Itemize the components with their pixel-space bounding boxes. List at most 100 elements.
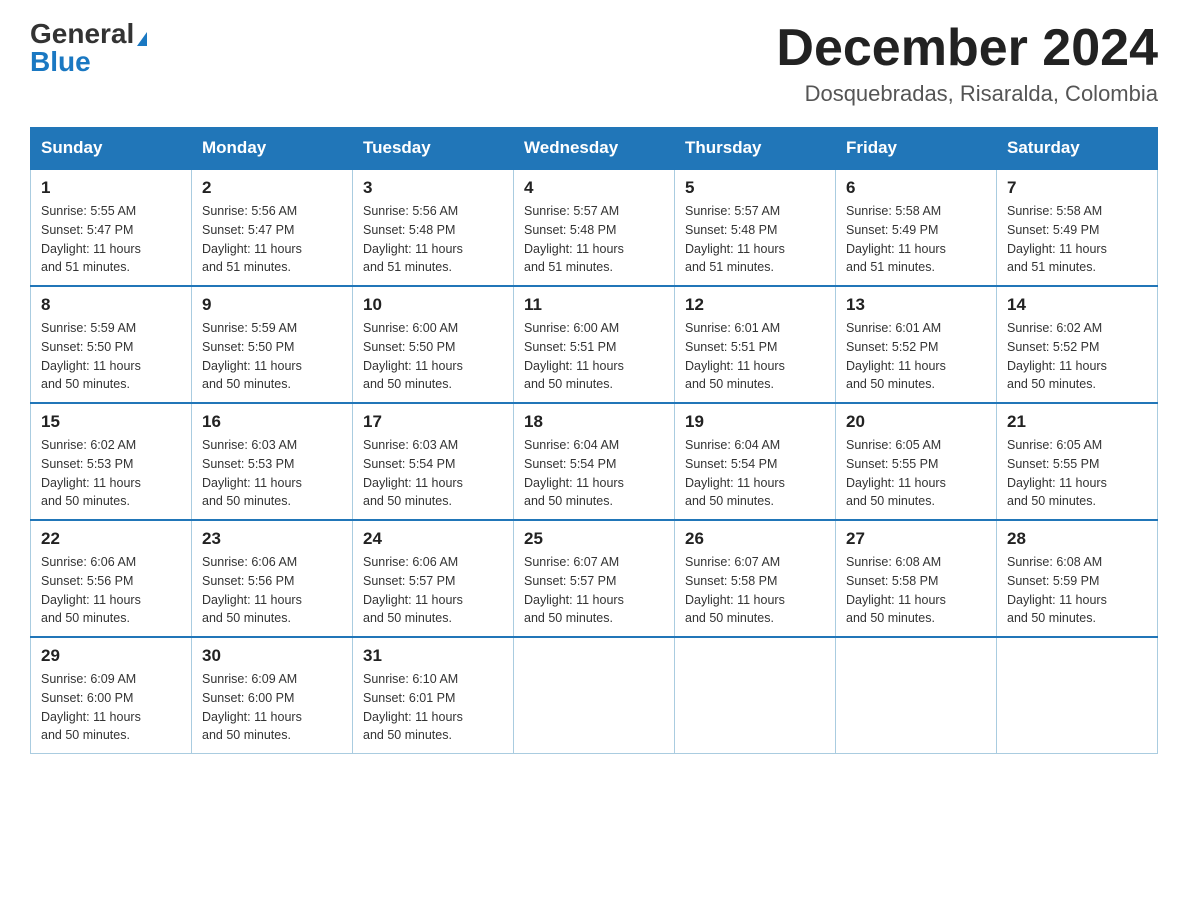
day-number: 22 xyxy=(41,529,181,549)
day-info: Sunrise: 6:08 AMSunset: 5:59 PMDaylight:… xyxy=(1007,553,1147,628)
title-section: December 2024 Dosquebradas, Risaralda, C… xyxy=(776,20,1158,107)
day-info: Sunrise: 5:56 AMSunset: 5:48 PMDaylight:… xyxy=(363,202,503,277)
day-number: 16 xyxy=(202,412,342,432)
calendar-cell: 15 Sunrise: 6:02 AMSunset: 5:53 PMDayligh… xyxy=(31,403,192,520)
calendar-cell: 2 Sunrise: 5:56 AMSunset: 5:47 PMDaylight… xyxy=(192,169,353,286)
day-info: Sunrise: 6:07 AMSunset: 5:58 PMDaylight:… xyxy=(685,553,825,628)
day-info: Sunrise: 5:58 AMSunset: 5:49 PMDaylight:… xyxy=(1007,202,1147,277)
calendar-cell: 14Sunrise: 6:02 AMSunset: 5:52 PMDayligh… xyxy=(997,286,1158,403)
day-info: Sunrise: 5:58 AMSunset: 5:49 PMDaylight:… xyxy=(846,202,986,277)
column-header-tuesday: Tuesday xyxy=(353,128,514,170)
day-info: Sunrise: 6:03 AMSunset: 5:54 PMDaylight:… xyxy=(363,436,503,511)
day-info: Sunrise: 6:04 AMSunset: 5:54 PMDaylight:… xyxy=(685,436,825,511)
day-info: Sunrise: 6:10 AMSunset: 6:01 PMDaylight:… xyxy=(363,670,503,745)
calendar-week-row: 29 Sunrise: 6:09 AMSunset: 6:00 PMDayligh… xyxy=(31,637,1158,754)
calendar-cell: 8Sunrise: 5:59 AMSunset: 5:50 PMDaylight… xyxy=(31,286,192,403)
page-header: General Blue December 2024 Dosquebradas,… xyxy=(30,20,1158,107)
calendar-cell: 26Sunrise: 6:07 AMSunset: 5:58 PMDayligh… xyxy=(675,520,836,637)
day-info: Sunrise: 6:08 AMSunset: 5:58 PMDaylight:… xyxy=(846,553,986,628)
calendar-cell: 1 Sunrise: 5:55 AMSunset: 5:47 PMDaylight… xyxy=(31,169,192,286)
calendar-cell: 16Sunrise: 6:03 AMSunset: 5:53 PMDayligh… xyxy=(192,403,353,520)
day-number: 6 xyxy=(846,178,986,198)
calendar-cell: 7 Sunrise: 5:58 AMSunset: 5:49 PMDaylight… xyxy=(997,169,1158,286)
day-number: 30 xyxy=(202,646,342,666)
logo-triangle-icon xyxy=(137,32,147,46)
day-info: Sunrise: 6:05 AMSunset: 5:55 PMDaylight:… xyxy=(846,436,986,511)
column-header-monday: Monday xyxy=(192,128,353,170)
calendar-cell: 10Sunrise: 6:00 AMSunset: 5:50 PMDayligh… xyxy=(353,286,514,403)
day-info: Sunrise: 6:01 AMSunset: 5:52 PMDaylight:… xyxy=(846,319,986,394)
day-number: 17 xyxy=(363,412,503,432)
calendar-cell: 21Sunrise: 6:05 AMSunset: 5:55 PMDayligh… xyxy=(997,403,1158,520)
day-number: 23 xyxy=(202,529,342,549)
day-info: Sunrise: 5:57 AMSunset: 5:48 PMDaylight:… xyxy=(685,202,825,277)
day-number: 12 xyxy=(685,295,825,315)
calendar-cell: 3 Sunrise: 5:56 AMSunset: 5:48 PMDaylight… xyxy=(353,169,514,286)
day-info: Sunrise: 6:06 AMSunset: 5:57 PMDaylight:… xyxy=(363,553,503,628)
day-number: 25 xyxy=(524,529,664,549)
calendar-cell: 12Sunrise: 6:01 AMSunset: 5:51 PMDayligh… xyxy=(675,286,836,403)
calendar-cell: 19Sunrise: 6:04 AMSunset: 5:54 PMDayligh… xyxy=(675,403,836,520)
calendar-cell: 28 Sunrise: 6:08 AMSunset: 5:59 PMDayligh… xyxy=(997,520,1158,637)
calendar-cell: 11 Sunrise: 6:00 AMSunset: 5:51 PMDayligh… xyxy=(514,286,675,403)
calendar-cell xyxy=(997,637,1158,754)
day-number: 28 xyxy=(1007,529,1147,549)
logo: General Blue xyxy=(30,20,147,76)
logo-blue-text: Blue xyxy=(30,46,91,77)
day-info: Sunrise: 6:06 AMSunset: 5:56 PMDaylight:… xyxy=(202,553,342,628)
month-title: December 2024 xyxy=(776,20,1158,77)
calendar-cell: 27 Sunrise: 6:08 AMSunset: 5:58 PMDayligh… xyxy=(836,520,997,637)
day-info: Sunrise: 6:02 AMSunset: 5:53 PMDaylight:… xyxy=(41,436,181,511)
calendar-cell: 24 Sunrise: 6:06 AMSunset: 5:57 PMDayligh… xyxy=(353,520,514,637)
day-info: Sunrise: 6:05 AMSunset: 5:55 PMDaylight:… xyxy=(1007,436,1147,511)
column-header-wednesday: Wednesday xyxy=(514,128,675,170)
calendar-cell: 30 Sunrise: 6:09 AMSunset: 6:00 PMDayligh… xyxy=(192,637,353,754)
calendar-cell: 29 Sunrise: 6:09 AMSunset: 6:00 PMDayligh… xyxy=(31,637,192,754)
day-number: 24 xyxy=(363,529,503,549)
day-number: 14 xyxy=(1007,295,1147,315)
calendar-week-row: 15 Sunrise: 6:02 AMSunset: 5:53 PMDayligh… xyxy=(31,403,1158,520)
day-number: 13 xyxy=(846,295,986,315)
day-number: 1 xyxy=(41,178,181,198)
day-number: 11 xyxy=(524,295,664,315)
day-info: Sunrise: 6:06 AMSunset: 5:56 PMDaylight:… xyxy=(41,553,181,628)
calendar-cell: 22 Sunrise: 6:06 AMSunset: 5:56 PMDayligh… xyxy=(31,520,192,637)
day-number: 7 xyxy=(1007,178,1147,198)
day-info: Sunrise: 6:09 AMSunset: 6:00 PMDaylight:… xyxy=(41,670,181,745)
calendar-week-row: 22 Sunrise: 6:06 AMSunset: 5:56 PMDayligh… xyxy=(31,520,1158,637)
calendar-week-row: 8Sunrise: 5:59 AMSunset: 5:50 PMDaylight… xyxy=(31,286,1158,403)
day-number: 4 xyxy=(524,178,664,198)
calendar-cell: 25 Sunrise: 6:07 AMSunset: 5:57 PMDayligh… xyxy=(514,520,675,637)
day-info: Sunrise: 6:04 AMSunset: 5:54 PMDaylight:… xyxy=(524,436,664,511)
day-number: 29 xyxy=(41,646,181,666)
day-info: Sunrise: 5:57 AMSunset: 5:48 PMDaylight:… xyxy=(524,202,664,277)
logo-top: General xyxy=(30,20,147,48)
logo-general-text: General xyxy=(30,18,134,49)
column-header-saturday: Saturday xyxy=(997,128,1158,170)
day-number: 20 xyxy=(846,412,986,432)
calendar-cell: 17 Sunrise: 6:03 AMSunset: 5:54 PMDayligh… xyxy=(353,403,514,520)
day-info: Sunrise: 5:56 AMSunset: 5:47 PMDaylight:… xyxy=(202,202,342,277)
day-info: Sunrise: 5:59 AMSunset: 5:50 PMDaylight:… xyxy=(41,319,181,394)
calendar-week-row: 1 Sunrise: 5:55 AMSunset: 5:47 PMDaylight… xyxy=(31,169,1158,286)
day-number: 3 xyxy=(363,178,503,198)
calendar-cell xyxy=(514,637,675,754)
day-number: 15 xyxy=(41,412,181,432)
calendar-cell: 20 Sunrise: 6:05 AMSunset: 5:55 PMDayligh… xyxy=(836,403,997,520)
day-number: 9 xyxy=(202,295,342,315)
day-number: 31 xyxy=(363,646,503,666)
day-info: Sunrise: 6:09 AMSunset: 6:00 PMDaylight:… xyxy=(202,670,342,745)
day-info: Sunrise: 6:07 AMSunset: 5:57 PMDaylight:… xyxy=(524,553,664,628)
day-number: 10 xyxy=(363,295,503,315)
day-info: Sunrise: 6:00 AMSunset: 5:51 PMDaylight:… xyxy=(524,319,664,394)
calendar-table: SundayMondayTuesdayWednesdayThursdayFrid… xyxy=(30,127,1158,754)
day-number: 27 xyxy=(846,529,986,549)
day-number: 5 xyxy=(685,178,825,198)
calendar-cell xyxy=(836,637,997,754)
day-info: Sunrise: 5:59 AMSunset: 5:50 PMDaylight:… xyxy=(202,319,342,394)
calendar-cell xyxy=(675,637,836,754)
column-header-thursday: Thursday xyxy=(675,128,836,170)
day-info: Sunrise: 5:55 AMSunset: 5:47 PMDaylight:… xyxy=(41,202,181,277)
calendar-cell: 31 Sunrise: 6:10 AMSunset: 6:01 PMDayligh… xyxy=(353,637,514,754)
day-number: 2 xyxy=(202,178,342,198)
